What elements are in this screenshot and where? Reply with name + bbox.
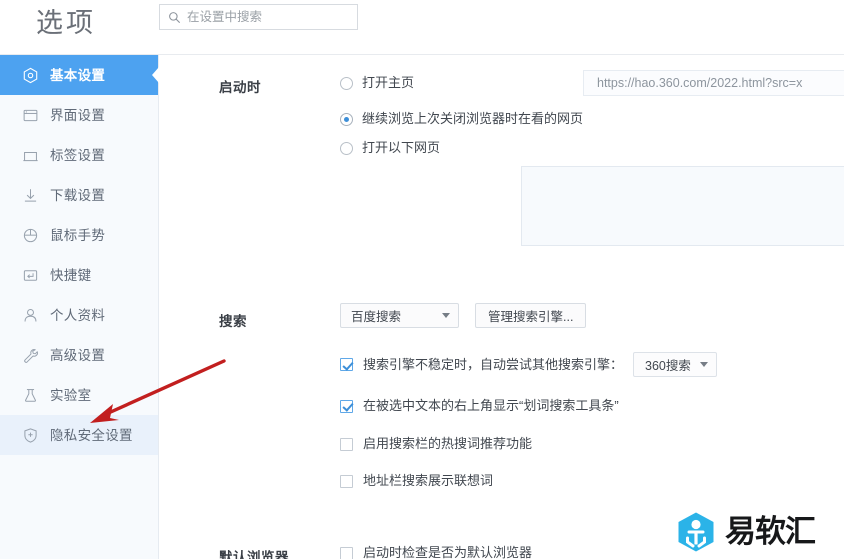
sidebar-item-label: 快捷键 — [50, 267, 92, 283]
section-label-default-browser: 默认浏览器 — [219, 550, 289, 559]
checkbox-label-address-suggest: 地址栏搜索展示联想词 — [363, 473, 494, 488]
sidebar-item-interface-settings[interactable]: 界面设置 — [0, 95, 158, 135]
checkbox-row-address-suggest[interactable]: 地址栏搜索展示联想词 — [340, 473, 493, 489]
checkbox-label-selection-toolbar: 在被选中文本的右上角显示“划词搜索工具条” — [363, 398, 619, 413]
sidebar-item-shortcuts[interactable]: 快捷键 — [0, 255, 158, 295]
section-label-search: 搜索 — [219, 314, 247, 329]
checkbox-label-check-default-browser: 启动时检查是否为默认浏览器 — [363, 545, 533, 559]
sidebar-item-label: 界面设置 — [50, 107, 106, 123]
settings-sidebar: 基本设置 界面设置 标签设置 下载设置 鼠标手势 快捷键 个人资料 高级设置 实… — [0, 55, 159, 559]
sidebar-item-label: 基本设置 — [50, 67, 106, 83]
sidebar-item-profile[interactable]: 个人资料 — [0, 295, 158, 335]
download-arrow-icon — [24, 188, 37, 202]
checkbox-fallback-engine[interactable] — [340, 358, 353, 371]
sidebar-item-advanced-settings[interactable]: 高级设置 — [0, 335, 158, 375]
homepage-url-value: https://hao.360.com/2022.html?src=x — [597, 76, 803, 90]
sidebar-item-label: 实验室 — [50, 387, 92, 403]
search-engine-select[interactable]: 百度搜索 — [340, 303, 459, 328]
radio-row-continue-session[interactable]: 继续浏览上次关闭浏览器时在看的网页 — [340, 111, 583, 127]
flask-icon — [25, 388, 36, 402]
checkbox-label-hotword-suggest: 启用搜索栏的热搜词推荐功能 — [363, 436, 533, 451]
radio-continue-session[interactable] — [340, 112, 353, 126]
chevron-down-icon — [699, 362, 708, 367]
checkbox-check-default-browser[interactable] — [340, 546, 353, 559]
chevron-down-icon — [442, 313, 450, 318]
radio-row-open-homepage[interactable]: 打开主页 — [340, 75, 414, 91]
person-icon — [24, 308, 37, 321]
sidebar-item-label: 鼠标手势 — [50, 227, 106, 243]
checkbox-row-selection-toolbar[interactable]: 在被选中文本的右上角显示“划词搜索工具条” — [340, 398, 619, 414]
homepage-url-input[interactable]: https://hao.360.com/2022.html?src=x — [583, 70, 844, 96]
watermark: 易软汇 — [676, 511, 816, 553]
sidebar-item-download-settings[interactable]: 下载设置 — [0, 175, 158, 215]
radio-label-open-pages: 打开以下网页 — [362, 140, 441, 155]
manage-search-engines-button[interactable]: 管理搜索引擎... — [475, 303, 587, 328]
sidebar-item-tab-settings[interactable]: 标签设置 — [0, 135, 158, 175]
checkbox-row-fallback-engine[interactable]: 搜索引擎不稳定时，自动尝试其他搜索引擎： 360搜索 — [340, 352, 717, 377]
checkbox-label-fallback-engine: 搜索引擎不稳定时，自动尝试其他搜索引擎： — [363, 356, 624, 372]
wrench-icon — [24, 348, 38, 363]
radio-label-open-homepage: 打开主页 — [362, 75, 415, 90]
radio-label-continue-session: 继续浏览上次关闭浏览器时在看的网页 — [362, 111, 584, 126]
sidebar-item-label: 个人资料 — [50, 307, 106, 323]
sidebar-item-label: 下载设置 — [50, 187, 106, 203]
shield-plus-icon — [24, 427, 37, 443]
radio-open-pages[interactable] — [340, 141, 353, 155]
search-engine-value: 百度搜索 — [351, 310, 402, 324]
options-window: 选项 基本设置 界面设置 — [0, 0, 844, 559]
watermark-text: 易软汇 — [725, 514, 816, 550]
search-icon — [169, 11, 180, 23]
section-label-startup: 启动时 — [219, 80, 261, 95]
page-title: 选项 — [36, 8, 96, 38]
window-header: 选项 — [0, 0, 844, 55]
settings-content-panel: 启动时 打开主页 https://hao.360.com/2022.html?s… — [159, 55, 844, 559]
search-input[interactable] — [187, 7, 347, 27]
checkbox-hotword-suggest[interactable] — [340, 437, 353, 451]
sidebar-item-label: 隐私安全设置 — [50, 427, 133, 443]
sidebar-item-privacy-security-settings[interactable]: 隐私安全设置 — [0, 415, 158, 455]
fallback-engine-select[interactable]: 360搜索 — [633, 352, 717, 377]
fallback-engine-value: 360搜索 — [645, 359, 691, 373]
sidebar-item-label: 高级设置 — [50, 347, 106, 363]
sidebar-item-mouse-gestures[interactable]: 鼠标手势 — [0, 215, 158, 255]
target-icon — [23, 67, 38, 83]
checkbox-selection-toolbar[interactable] — [340, 399, 353, 413]
checkbox-row-hotword-suggest[interactable]: 启用搜索栏的热搜词推荐功能 — [340, 436, 532, 452]
sidebar-item-label: 标签设置 — [50, 147, 106, 163]
radio-open-homepage[interactable] — [340, 76, 353, 90]
sidebar-item-lab[interactable]: 实验室 — [0, 375, 158, 415]
mouse-icon — [23, 228, 38, 242]
watermark-logo-icon — [678, 512, 714, 552]
settings-search-box[interactable] — [159, 4, 358, 30]
window-icon — [23, 109, 38, 121]
keyboard-key-icon — [23, 269, 38, 281]
startup-pages-textarea[interactable] — [521, 166, 844, 246]
sidebar-item-basic-settings[interactable]: 基本设置 — [0, 55, 159, 95]
radio-row-open-pages[interactable]: 打开以下网页 — [340, 140, 440, 156]
checkbox-row-check-default-browser[interactable]: 启动时检查是否为默认浏览器 — [340, 545, 532, 559]
tab-icon — [23, 151, 38, 161]
checkbox-address-suggest[interactable] — [340, 474, 353, 488]
